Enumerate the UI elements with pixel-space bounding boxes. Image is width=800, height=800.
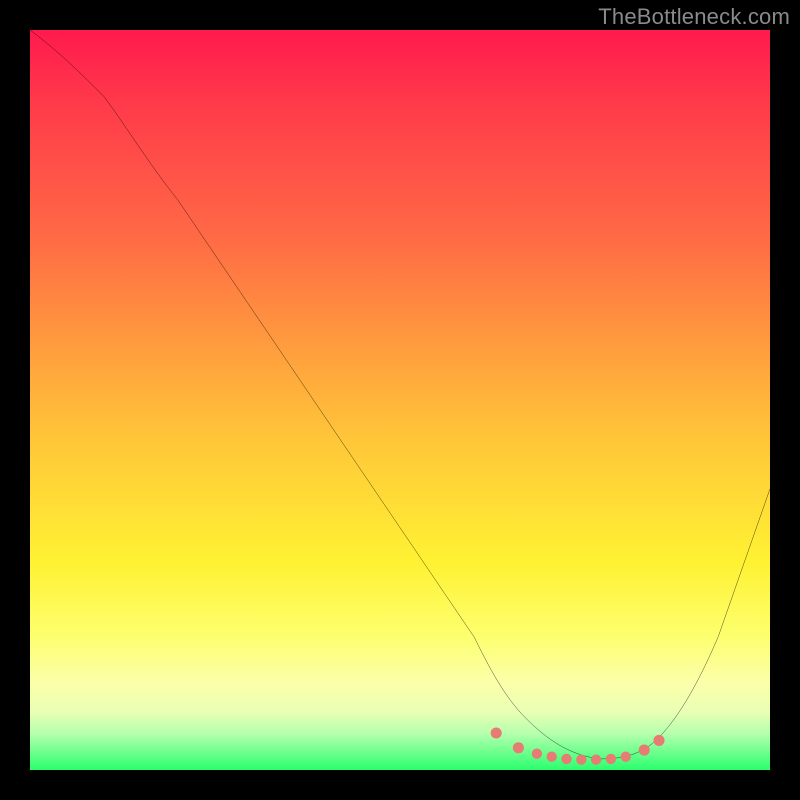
watermark-text: TheBottleneck.com [598,4,790,30]
chart-container: TheBottleneck.com [0,0,800,800]
trough-markers [491,727,665,764]
curve-layer [30,30,770,770]
bottleneck-curve [30,30,770,759]
plot-area [30,30,770,770]
